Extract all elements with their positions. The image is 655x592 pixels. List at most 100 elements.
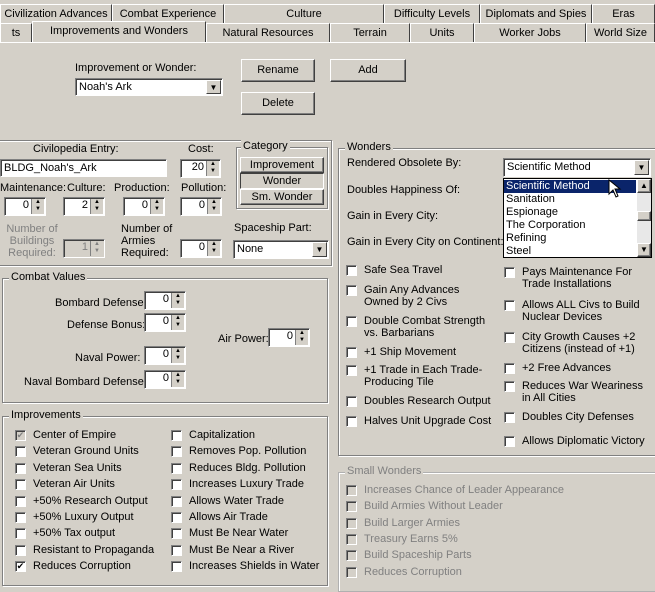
spin-arrows-icon[interactable]: ▲ ▼ [171,315,184,330]
tab-row2-1[interactable]: Improvements and Wonders [32,21,206,43]
wonder-left-checkbox[interactable] [346,365,357,376]
improvement-left-checkbox[interactable] [15,446,26,458]
wonder-left-label: +1 Ship Movement [364,346,457,358]
wonders-title: Wonders [345,141,393,153]
wonder-button[interactable]: Wonder [240,173,324,189]
wonder-left-label: Doubles Research Output [364,395,491,407]
delete-button[interactable]: Delete [241,92,315,115]
improvement-right-checkbox[interactable] [171,446,182,458]
spaceship-part-select[interactable]: None ▼ [233,240,329,259]
wonder-left-checkbox[interactable] [346,265,357,276]
spin-arrows-icon[interactable]: ▲ ▼ [150,199,163,214]
wonder-right-checkbox[interactable] [504,363,515,374]
armies-required-spinner[interactable]: 0 ▲ ▼ [180,239,222,258]
wonder-left-checkbox[interactable] [346,396,357,407]
dropdown-item-4[interactable]: Refining [504,232,636,245]
improvement-right-checkbox[interactable] [171,462,182,474]
tab-row1-4[interactable]: Diplomats and Spies [480,4,592,23]
wonder-right-checkbox[interactable] [504,381,515,392]
small-wonder-checkbox [346,485,357,496]
improvement-left-checkbox[interactable]: ✔ [15,430,26,441]
spin-arrows-icon[interactable]: ▲ ▼ [171,293,184,308]
defense-bonus-spinner[interactable]: 0 ▲ ▼ [144,313,186,332]
rename-button[interactable]: Rename [241,59,315,82]
tab-row2-0[interactable]: ts [0,23,32,42]
spin-arrows-icon[interactable]: ▲ ▼ [171,348,184,363]
pollution-spinner[interactable]: 0 ▲ ▼ [180,197,222,216]
civilopedia-entry-field[interactable]: BLDG_Noah's_Ark [0,159,167,177]
tab-row1-5[interactable]: Eras [592,4,655,23]
scroll-down-icon[interactable]: ▼ [637,243,651,257]
chevron-down-icon[interactable]: ▼ [206,80,221,94]
improvement-right-checkbox[interactable] [171,430,182,441]
tab-row2-4[interactable]: Units [410,23,474,42]
tab-row1-2[interactable]: Culture [224,4,384,23]
improvement-right-checkbox[interactable] [171,528,182,540]
obsolete-by-select[interactable]: Scientific Method ▼ [503,158,651,177]
improvement-left-checkbox[interactable]: ✔ [15,561,26,573]
wonder-right-checkbox[interactable] [504,436,515,447]
dropdown-item-2[interactable]: Espionage [504,206,636,219]
wonder-right-checkbox[interactable] [504,300,515,311]
tab-row2-6[interactable]: World Size [586,23,655,42]
wonder-right-checkbox[interactable] [504,412,515,423]
defense-bonus-value: 0 [162,315,169,327]
improvement-right-label: Must Be Near Water [189,527,289,540]
wonder-right-checkbox[interactable] [504,332,515,343]
spin-arrows-icon[interactable]: ▲ ▼ [207,199,220,214]
production-spinner[interactable]: 0 ▲ ▼ [123,197,165,216]
scroll-thumb[interactable] [637,211,651,221]
spin-arrows-icon[interactable]: ▲ ▼ [206,161,219,176]
improvement-right-checkbox[interactable] [171,544,182,556]
spin-arrows-icon[interactable]: ▲ ▼ [295,330,308,345]
small-wonder-button[interactable]: Sm. Wonder [240,189,324,205]
improvement-right-checkbox[interactable] [171,561,182,573]
tab-row1-3[interactable]: Difficulty Levels [384,4,480,23]
dropdown-item-5[interactable]: Steel [504,245,636,258]
improvement-right-checkbox[interactable] [171,495,182,507]
improvement-left-checkbox[interactable] [15,462,26,474]
naval-bombard-defense-spinner[interactable]: 0 ▲ ▼ [144,370,186,389]
spin-arrows-icon[interactable]: ▲ ▼ [207,241,220,256]
improvement-left-checkbox[interactable] [15,528,26,540]
wonder-left-checkbox[interactable] [346,316,357,327]
spin-arrows-icon[interactable]: ▲ ▼ [90,199,103,214]
maintenance-spinner[interactable]: 0 ▲ ▼ [4,197,46,216]
naval-bombard-defense-label: Naval Bombard Defense: [24,376,147,388]
naval-power-spinner[interactable]: 0 ▲ ▼ [144,346,186,365]
improvement-left-checkbox[interactable] [15,479,26,491]
obsolete-dropdown-list[interactable]: Scientific Method Sanitation Espionage The … [503,178,652,258]
air-power-spinner[interactable]: 0 ▲ ▼ [268,328,310,347]
tab-row2-2[interactable]: Natural Resources [206,23,330,42]
improvement-select[interactable]: Noah's Ark ▼ [75,78,223,96]
add-button[interactable]: Add [330,59,406,82]
dropdown-scrollbar[interactable]: ▲ ▼ [637,179,651,257]
wonder-right-checkbox[interactable] [504,267,515,278]
improvement-left-checkbox[interactable] [15,495,26,507]
improvements-title: Improvements [9,409,83,421]
wonder-left-checkbox[interactable] [346,285,357,296]
improvement-left-label: Center of Empire [33,429,117,441]
dropdown-item-3[interactable]: The Corporation [504,219,636,232]
chevron-down-icon[interactable]: ▼ [312,242,327,257]
tab-row2-5[interactable]: Worker Jobs [474,23,586,42]
cost-spinner[interactable]: 20 ▲ ▼ [180,159,221,178]
combat-values-title: Combat Values [9,271,88,283]
bombard-defense-spinner[interactable]: 0 ▲ ▼ [144,291,186,310]
improvement-right-checkbox[interactable] [171,479,182,491]
scroll-up-icon[interactable]: ▲ [637,179,651,193]
improvement-button[interactable]: Improvement [240,157,324,173]
tab-row2-3[interactable]: Terrain [330,23,410,42]
improvement-right-label: Increases Luxury Trade [189,478,304,491]
spin-arrows-icon[interactable]: ▲ ▼ [31,199,44,214]
improvement-right-checkbox[interactable] [171,512,182,523]
culture-spinner[interactable]: 2 ▲ ▼ [63,197,105,216]
improvement-left-checkbox[interactable] [15,512,26,523]
wonder-left-checkbox[interactable] [346,416,357,427]
wonder-left-checkbox[interactable] [346,347,357,358]
improvement-left-checkbox[interactable] [15,544,26,556]
chevron-down-icon[interactable]: ▼ [634,160,649,175]
spin-arrows-icon[interactable]: ▲ ▼ [171,372,184,387]
improvement-select-value: Noah's Ark [79,81,132,93]
maintenance-label: Maintenance: [0,182,67,194]
